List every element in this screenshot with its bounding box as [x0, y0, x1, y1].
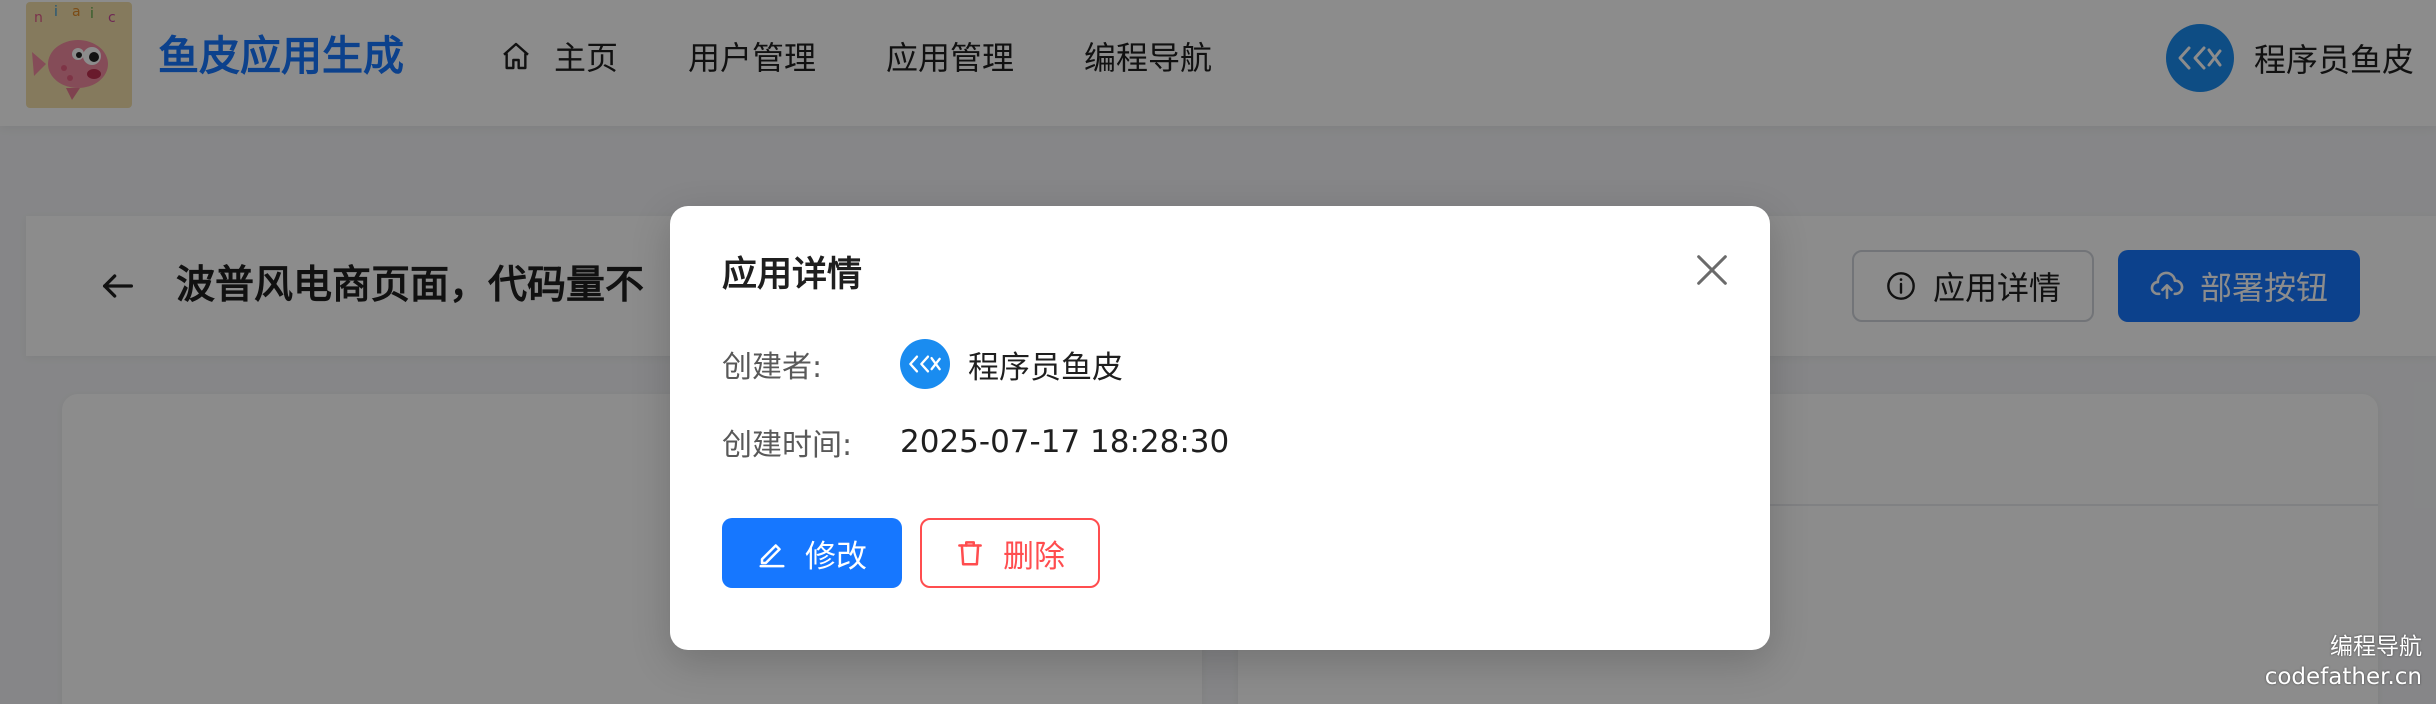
creator-label: 创建者:: [722, 350, 823, 385]
trash-icon: [958, 541, 982, 566]
watermark-line-1: 编程导航: [2330, 634, 2422, 660]
watermark: 编程导航 codefather.cn: [2265, 632, 2422, 692]
created-time-row: 创建时间: 2025-07-17 18:28:30: [722, 412, 1229, 472]
code-fish-icon: [909, 355, 941, 373]
creator-name: 程序员鱼皮: [968, 349, 1123, 386]
edit-button[interactable]: 修改: [722, 518, 902, 588]
creator-avatar: [900, 339, 950, 389]
modal-title: 应用详情: [722, 255, 863, 295]
delete-label: 删除: [1003, 538, 1065, 575]
app-detail-modal: 应用详情 创建者: 程序员鱼皮 创建时间: 2025-07-17 18:28:3…: [670, 206, 1770, 650]
watermark-line-2: codefather.cn: [2264, 664, 2422, 690]
creator-row: 创建者: 程序员鱼皮: [722, 334, 1123, 394]
created-time-value: 2025-07-17 18:28:30: [900, 424, 1230, 460]
close-icon[interactable]: [1692, 250, 1732, 290]
edit-icon: [759, 544, 785, 568]
delete-button[interactable]: 删除: [920, 518, 1100, 588]
edit-label: 修改: [805, 538, 867, 575]
created-time-label: 创建时间:: [722, 428, 853, 463]
